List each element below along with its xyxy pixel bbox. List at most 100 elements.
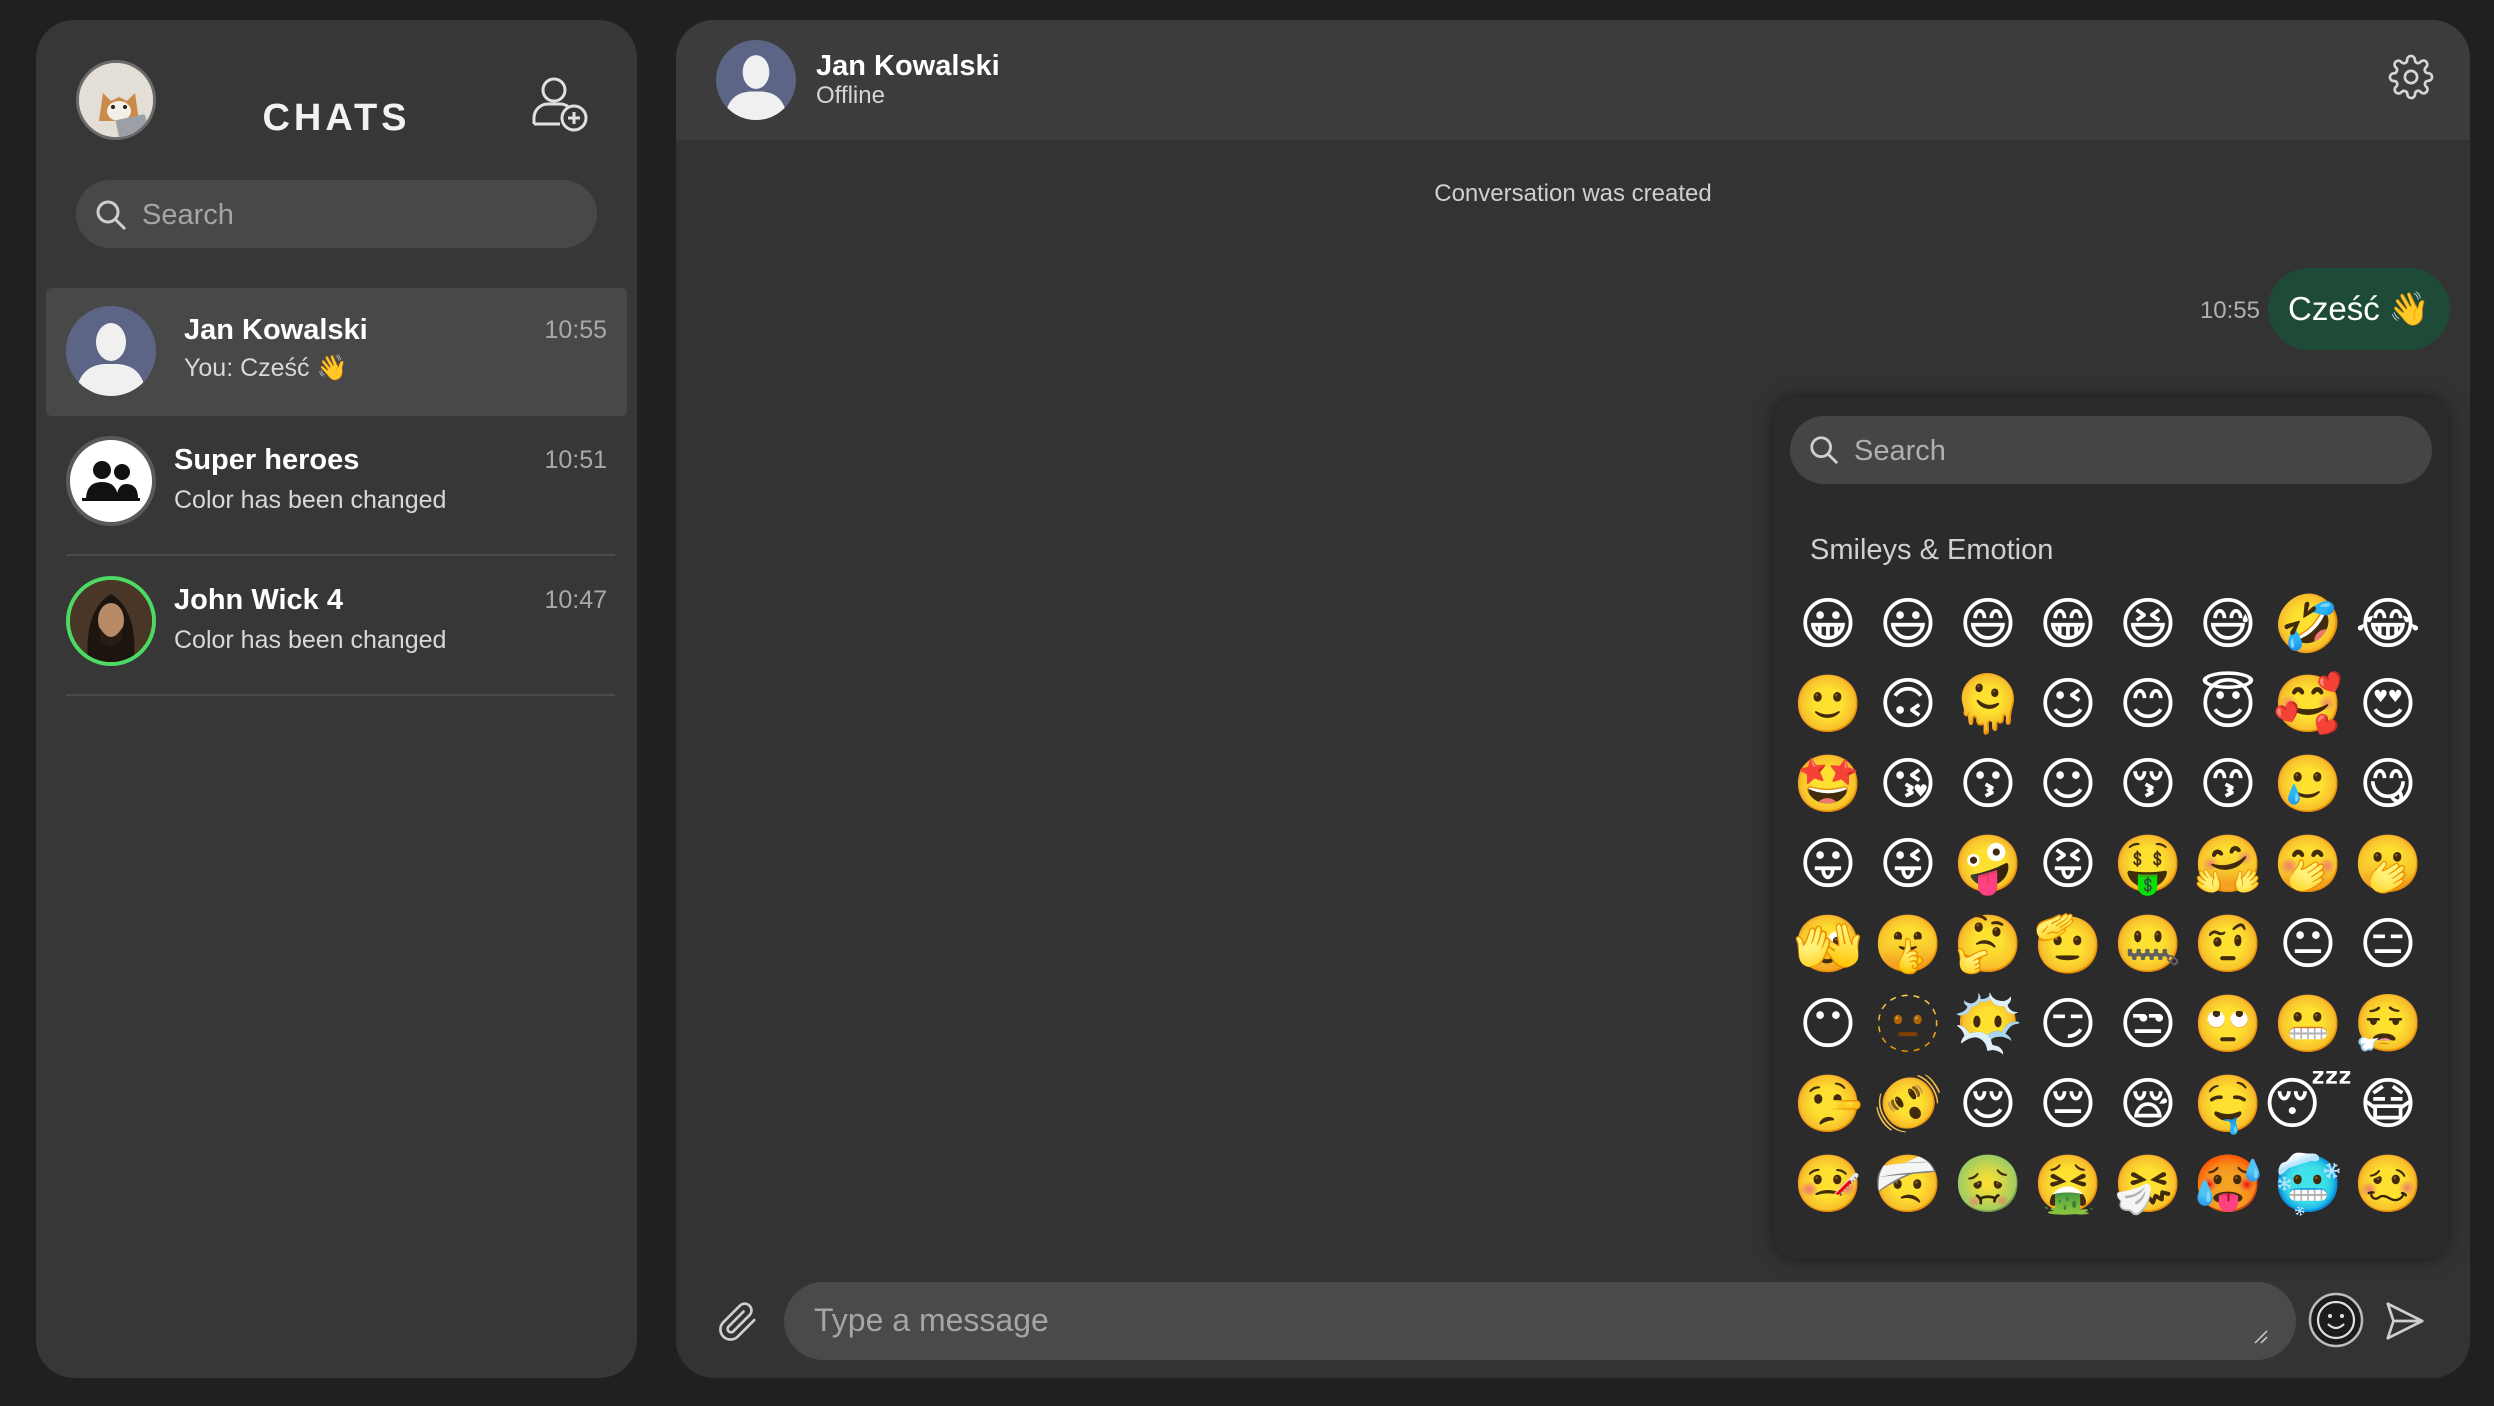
emoji-option[interactable]: 😔 [2028,1064,2108,1144]
emoji-option[interactable]: 🤨 [2188,904,2268,984]
chat-name: Super heroes [174,444,360,476]
emoji-option[interactable]: 🙂 [1788,664,1868,744]
message-time: 10:55 [2199,297,2260,324]
emoji-option[interactable]: 😬 [2268,984,2348,1064]
emoji-option[interactable]: 😁 [2028,584,2108,664]
contact-avatar[interactable] [716,40,796,120]
emoji-option[interactable]: 😐 [2268,904,2348,984]
emoji-option[interactable]: 😜 [1868,824,1948,904]
sidebar-header: CHATS [36,20,637,180]
emoji-option[interactable]: 🤢 [1948,1144,2028,1224]
emoji-option[interactable]: ☺ [2028,744,2108,824]
emoji-option[interactable]: 🫢 [2348,824,2428,904]
emoji-option[interactable]: 😛 [1788,824,1868,904]
emoji-option[interactable]: 😍 [2348,664,2428,744]
emoji-option[interactable]: 😶‍🌫️ [1948,984,2028,1064]
emoji-option[interactable]: 🥴 [2348,1144,2428,1224]
avatar [66,306,156,396]
emoji-option[interactable]: 🥶 [2268,1144,2348,1224]
emoji-option[interactable]: 😆 [2108,584,2188,664]
chat-list: Jan Kowalski 10:55 You: Cześć 👋 Super he… [36,288,637,696]
emoji-option[interactable]: 😮‍💨 [2348,984,2428,1064]
emoji-picker: Smileys & Emotion 😀😃😄😁😆😅🤣😂 🙂🙃🫠😉😊😇🥰😍 🤩😘😗☺😚😙… [1774,398,2448,1258]
emoji-option[interactable]: 😋 [2348,744,2428,824]
system-message: Conversation was created [1434,180,1712,207]
chat-last-message: Color has been changed [174,626,447,654]
emoji-option[interactable]: 🤔 [1948,904,2028,984]
emoji-option[interactable]: 🤮 [2028,1144,2108,1224]
emoji-option[interactable]: 🤐 [2108,904,2188,984]
emoji-option[interactable]: 😂 [2348,584,2428,664]
emoji-option[interactable]: 🫣 [1788,904,1868,984]
emoji-option[interactable]: 😪 [2108,1064,2188,1144]
emoji-option[interactable]: 🤫 [1868,904,1948,984]
emoji-option[interactable]: 🤕 [1868,1144,1948,1224]
emoji-option[interactable]: 😊 [2108,664,2188,744]
emoji-option[interactable]: 🤪 [1948,824,2028,904]
emoji-option[interactable]: 😑 [2348,904,2428,984]
emoji-option[interactable]: 🫨 [1868,1064,1948,1144]
attach-button[interactable] [714,1298,760,1344]
emoji-option[interactable]: 🤑 [2108,824,2188,904]
chat-name: John Wick 4 [174,584,343,616]
emoji-option[interactable]: 🥲 [2268,744,2348,824]
emoji-option[interactable]: 😅 [2188,584,2268,664]
emoji-option[interactable]: 😘 [1868,744,1948,824]
emoji-option[interactable]: 😷 [2348,1064,2428,1144]
emoji-grid: 😀 😃 😄 😁 😆 😅 🤣 😂 🙂 🙃 🫠 😉 😊 😇 🥰 😍 🤩 😘 😗 ☺ 😚 😙 🥲 😋 😛 😜 🤪 😝 🤑 🤗 🤭 🫢 🫣 🤫 🤔 🫡 🤐 🤨 😐 😑… [1788,584,2436,1224]
emoji-option[interactable]: 🤣 [2268,584,2348,664]
emoji-option[interactable]: 😄 [1948,584,2028,664]
emoji-option[interactable]: 🤭 [2268,824,2348,904]
emoji-option[interactable]: 😃 [1868,584,1948,664]
chat-item-john-wick-4[interactable]: John Wick 4 10:47 Color has been changed [36,556,637,696]
resize-handle-icon[interactable] [2252,1328,2268,1344]
gear-icon [2388,54,2434,100]
emoji-option[interactable]: 🥰 [2268,664,2348,744]
emoji-option[interactable]: 😝 [2028,824,2108,904]
search-input[interactable] [140,180,574,250]
emoji-option[interactable]: 🤒 [1788,1144,1868,1224]
send-icon [2386,1302,2424,1340]
message-composer [676,1278,2470,1378]
emoji-option[interactable]: 🤥 [1788,1064,1868,1144]
emoji-option[interactable]: 😌 [1948,1064,2028,1144]
emoji-option[interactable]: 😀 [1788,584,1868,664]
settings-button[interactable] [2388,54,2434,100]
chat-name: Jan Kowalski [184,314,368,346]
emoji-button[interactable] [2308,1292,2364,1348]
add-contact-button[interactable] [528,72,594,138]
chat-item-super-heroes[interactable]: Super heroes 10:51 Color has been change… [36,416,637,556]
emoji-option[interactable]: 🫡 [2028,904,2108,984]
emoji-option[interactable]: 🙃 [1868,664,1948,744]
emoji-option[interactable]: 😇 [2188,664,2268,744]
emoji-option[interactable]: 😏 [2028,984,2108,1064]
message-input[interactable] [812,1300,2256,1348]
send-button[interactable] [2382,1298,2428,1344]
emoji-option[interactable]: 🫠 [1948,664,2028,744]
emoji-option[interactable]: 😉 [2028,664,2108,744]
sidebar-search [76,180,597,250]
paperclip-icon [719,1302,756,1341]
emoji-option[interactable]: 🤗 [2188,824,2268,904]
conversation-panel: Jan Kowalski Offline Conversation was cr… [676,20,2470,1378]
group-avatar [66,436,156,526]
emoji-option[interactable]: 😙 [2188,744,2268,824]
emoji-option[interactable]: 🥵 [2188,1144,2268,1224]
emoji-option[interactable]: 🤩 [1788,744,1868,824]
emoji-search-input[interactable] [1852,416,2416,486]
divider [66,694,615,696]
emoji-option[interactable]: 😶 [1788,984,1868,1064]
chat-time: 10:55 [544,316,607,344]
message-input-wrapper [784,1282,2296,1360]
chat-item-jan-kowalski[interactable]: Jan Kowalski 10:55 You: Cześć 👋 [46,288,627,416]
emoji-option[interactable]: 🤤 [2188,1064,2268,1144]
emoji-option[interactable]: 😗 [1948,744,2028,824]
emoji-option[interactable]: 😒 [2108,984,2188,1064]
emoji-option[interactable]: 😚 [2108,744,2188,824]
chat-time: 10:47 [544,586,607,614]
emoji-option[interactable]: 🤧 [2108,1144,2188,1224]
emoji-option[interactable]: 🙄 [2188,984,2268,1064]
emoji-option[interactable]: 🫥 [1868,984,1948,1064]
outgoing-message-bubble[interactable]: Cześć 👋 [2268,268,2450,350]
emoji-option[interactable]: 😴 [2263,1064,2353,1144]
